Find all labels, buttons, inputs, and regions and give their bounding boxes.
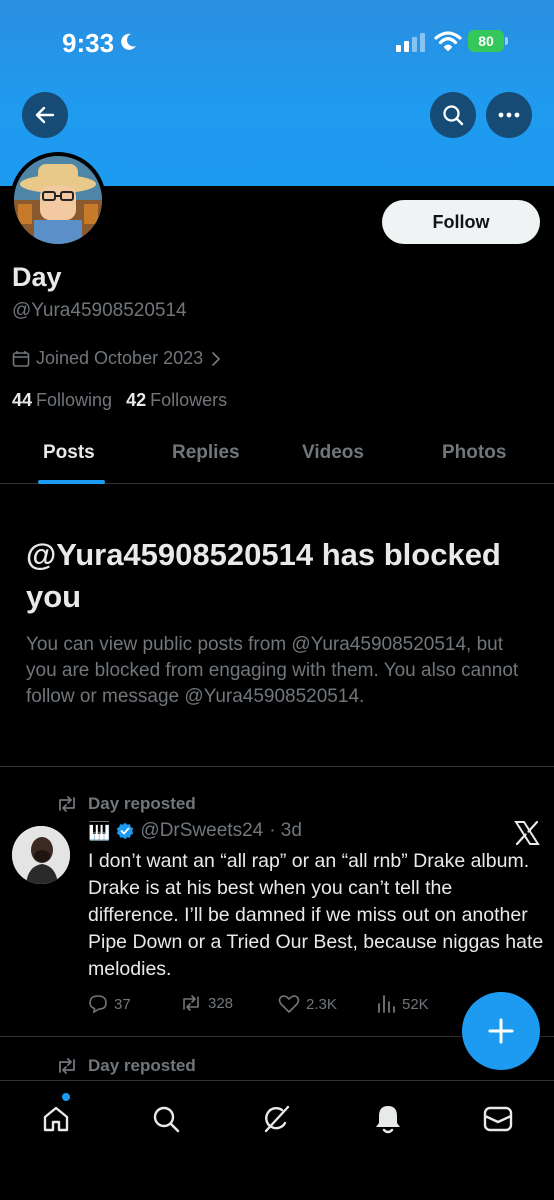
repost-indicator[interactable]: Day reposted bbox=[56, 1056, 196, 1076]
profile-avatar[interactable] bbox=[10, 152, 106, 248]
tab-replies[interactable]: Replies bbox=[172, 442, 240, 464]
bottom-navigation bbox=[0, 1080, 554, 1200]
battery-level: 80 bbox=[468, 30, 504, 52]
search-button[interactable] bbox=[430, 92, 476, 138]
reply-button[interactable]: 37 bbox=[88, 994, 131, 1014]
blocked-title: @Yura45908520514 has blocked you bbox=[26, 537, 501, 614]
home-icon bbox=[43, 1106, 69, 1132]
back-button[interactable] bbox=[22, 92, 68, 138]
notifications-icon bbox=[376, 1106, 400, 1134]
divider bbox=[0, 766, 554, 767]
verified-icon bbox=[117, 822, 134, 840]
status-bar: 9:33 80 bbox=[0, 0, 554, 84]
calendar-icon bbox=[12, 350, 30, 367]
home-notification-dot bbox=[62, 1093, 70, 1101]
blocked-description: You can view public posts from @Yura4590… bbox=[26, 634, 519, 707]
author-photo bbox=[12, 826, 70, 884]
chevron-right-icon bbox=[212, 351, 221, 366]
plus-icon bbox=[488, 1018, 514, 1044]
messages-icon bbox=[483, 1106, 513, 1132]
repost-button[interactable]: 328 bbox=[180, 994, 233, 1012]
nav-home[interactable] bbox=[36, 1101, 76, 1137]
tweet-header: 🎹 @DrSweets24 · 3d bbox=[88, 820, 302, 842]
repost-icon bbox=[183, 995, 199, 1011]
wifi-icon bbox=[434, 31, 462, 51]
nav-grok[interactable] bbox=[256, 1101, 296, 1137]
search-icon bbox=[443, 105, 464, 126]
nav-notifications[interactable] bbox=[368, 1101, 408, 1137]
more-icon bbox=[498, 112, 520, 118]
follow-button[interactable]: Follow bbox=[382, 200, 540, 244]
moon-icon bbox=[121, 33, 136, 50]
compose-button[interactable] bbox=[462, 992, 540, 1070]
profile-handle: @Yura45908520514 bbox=[12, 300, 187, 321]
display-name: Day bbox=[12, 262, 62, 292]
tab-videos[interactable]: Videos bbox=[302, 442, 364, 464]
followers-link[interactable]: 42 Followers bbox=[126, 390, 227, 411]
follow-counts: 44 Following 42 Followers bbox=[12, 390, 227, 411]
joined-date[interactable]: Joined October 2023 bbox=[12, 348, 223, 369]
status-time: 9:33 bbox=[62, 28, 115, 58]
signal-icon bbox=[396, 33, 425, 52]
reply-icon bbox=[89, 995, 107, 1014]
repost-icon bbox=[59, 796, 75, 812]
avatar-image bbox=[14, 156, 102, 244]
views-icon bbox=[378, 995, 395, 1013]
tweet-time: · 3d bbox=[269, 820, 302, 841]
x-logo-icon bbox=[514, 820, 540, 846]
explore-icon bbox=[153, 1106, 180, 1133]
repost-icon bbox=[59, 1058, 75, 1074]
battery-icon: 80 bbox=[468, 30, 508, 52]
repost-label: Day reposted bbox=[88, 1056, 196, 1075]
following-link[interactable]: 44 Following bbox=[12, 390, 112, 411]
grok-icon bbox=[264, 1105, 290, 1133]
more-button[interactable] bbox=[486, 92, 532, 138]
profile-tabs: Posts Replies Videos Photos bbox=[0, 432, 554, 484]
tweet-author-avatar[interactable] bbox=[12, 826, 70, 884]
nav-explore[interactable] bbox=[146, 1101, 186, 1137]
active-tab-indicator bbox=[38, 480, 105, 484]
joined-text: Joined October 2023 bbox=[36, 348, 204, 368]
tweet-actions: 37 328 2.3K 52K bbox=[88, 994, 518, 1020]
repost-indicator[interactable]: Day reposted bbox=[56, 794, 196, 814]
tweet-author-handle[interactable]: @DrSweets24 bbox=[140, 820, 263, 842]
tab-posts[interactable]: Posts bbox=[43, 442, 95, 464]
tab-photos[interactable]: Photos bbox=[442, 442, 506, 464]
like-icon bbox=[278, 995, 300, 1013]
nav-messages[interactable] bbox=[478, 1101, 518, 1137]
back-arrow-icon bbox=[35, 106, 55, 124]
repost-label: Day reposted bbox=[88, 794, 196, 813]
like-button[interactable]: 2.3K bbox=[278, 994, 337, 1014]
tweet-text[interactable]: I don’t want an “all rap” or an “all rnb… bbox=[88, 848, 544, 983]
views-button[interactable]: 52K bbox=[376, 994, 429, 1014]
author-emoji: 🎹 bbox=[88, 820, 111, 841]
